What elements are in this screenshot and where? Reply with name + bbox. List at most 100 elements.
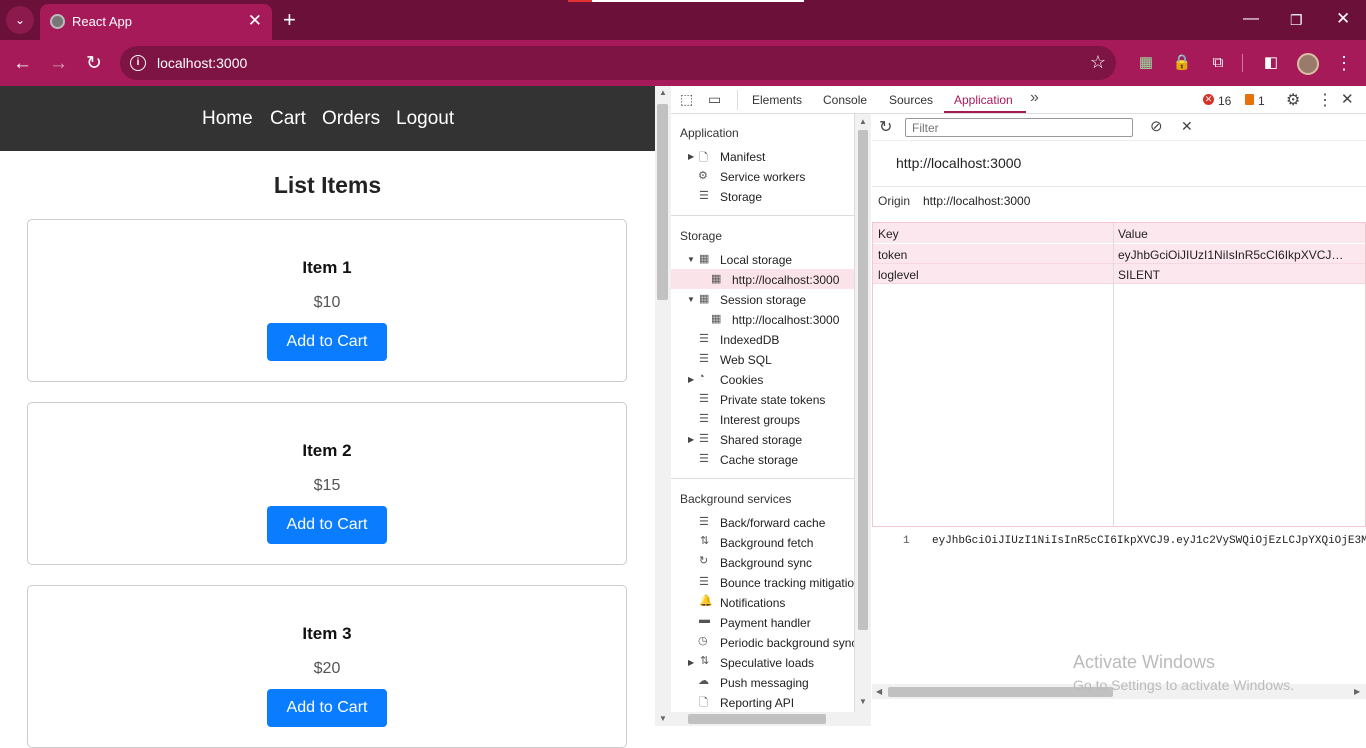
credit-card-icon: ▬ (699, 614, 710, 626)
sidebar-item-back-forward-cache[interactable]: Back/forward cache (720, 516, 825, 530)
sidebar-item-payment-handler[interactable]: Payment handler (720, 616, 811, 630)
sidebar-item-web-sql[interactable]: Web SQL (720, 353, 772, 367)
sidebar-item-periodic-background-sync[interactable]: Periodic background sync (720, 636, 854, 650)
address-bar[interactable]: i localhost:3000 ☆ (120, 46, 1116, 80)
tab-application[interactable]: Application (954, 93, 1013, 107)
value-preview[interactable]: eyJhbGciOiJIUzI1NiIsInR5cCI6IkpXVCJ9.eyJ… (932, 535, 1366, 547)
sidebar-item-session-storage[interactable]: Session storage (720, 293, 806, 307)
sidebar-item-local-storage[interactable]: Local storage (720, 253, 792, 267)
delete-selected-icon[interactable]: ✕ (1181, 118, 1193, 135)
toolbar-divider (1242, 54, 1243, 72)
inspect-element-icon[interactable]: ⬚ (680, 91, 693, 108)
sheets-extension-icon[interactable]: ▦ (1135, 52, 1157, 74)
lock-extension-icon[interactable]: 🔒 (1171, 52, 1193, 74)
scroll-up-arrow-icon[interactable]: ▲ (859, 117, 867, 126)
column-header-key[interactable]: Key (878, 227, 899, 241)
filter-input[interactable] (905, 118, 1133, 137)
close-tab-icon[interactable]: ✕ (248, 11, 262, 31)
sidebar-item-service-workers[interactable]: Service workers (720, 170, 805, 184)
reload-icon[interactable]: ↻ (86, 52, 102, 75)
tab-console[interactable]: Console (823, 93, 867, 107)
scroll-down-arrow-icon[interactable]: ▼ (859, 697, 867, 706)
item-price: $15 (313, 477, 341, 494)
warning-icon[interactable] (1245, 94, 1254, 105)
close-window-icon[interactable]: ✕ (1336, 9, 1350, 29)
scroll-down-arrow-icon[interactable]: ▼ (659, 714, 667, 723)
sidebar-divider (671, 478, 854, 479)
collapse-triangle-icon[interactable]: ▼ (687, 255, 695, 264)
restore-window-icon[interactable]: ❐ (1290, 12, 1303, 29)
sidebar-item-private-state-tokens[interactable]: Private state tokens (720, 393, 825, 407)
expand-triangle-icon[interactable]: ▶ (688, 658, 694, 667)
browser-tab[interactable]: React App ✕ (40, 4, 272, 40)
add-to-cart-button[interactable]: Add to Cart (267, 506, 387, 544)
tab-elements[interactable]: Elements (752, 93, 802, 107)
add-to-cart-button[interactable]: Add to Cart (267, 689, 387, 727)
nav-logout-link[interactable]: Logout (396, 108, 454, 130)
sidebar-item-cache-storage[interactable]: Cache storage (720, 453, 798, 467)
sidebar-item-background-fetch[interactable]: Background fetch (720, 536, 813, 550)
sidebar-item-storage[interactable]: Storage (720, 190, 762, 204)
error-count[interactable]: 16 (1218, 94, 1231, 108)
site-info-icon[interactable]: i (130, 55, 146, 71)
close-devtools-icon[interactable]: ✕ (1341, 90, 1354, 108)
expand-triangle-icon[interactable]: ▶ (688, 375, 694, 384)
sidebar-item-cookies[interactable]: Cookies (720, 373, 763, 387)
nav-orders-link[interactable]: Orders (322, 108, 380, 130)
scroll-up-arrow-icon[interactable]: ▲ (659, 88, 667, 97)
devtools-menu-icon[interactable]: ⋮ (1317, 90, 1333, 110)
database-icon: ☰ (699, 516, 709, 528)
sidebar-item-notifications[interactable]: Notifications (720, 596, 785, 610)
bookmark-star-icon[interactable]: ☆ (1090, 52, 1106, 73)
new-tab-button[interactable]: + (283, 7, 296, 33)
expand-triangle-icon[interactable]: ▶ (688, 435, 694, 444)
sidebar-hscrollbar-thumb[interactable] (688, 714, 826, 724)
side-panel-icon[interactable]: ◧ (1260, 52, 1282, 74)
column-header-value[interactable]: Value (1118, 227, 1148, 241)
sidebar-item-bounce-tracking[interactable]: Bounce tracking mitigatio (720, 576, 854, 590)
sidebar-scrollbar-thumb[interactable] (858, 130, 868, 630)
row-value[interactable]: SILENT (1118, 268, 1350, 282)
warning-count[interactable]: 1 (1258, 94, 1265, 108)
forward-arrow-icon[interactable]: → (49, 53, 68, 75)
database-icon: ☰ (699, 393, 709, 405)
error-icon[interactable]: ✕ (1203, 94, 1214, 105)
profile-avatar[interactable] (1297, 53, 1319, 75)
extensions-puzzle-icon[interactable]: ⧉ (1207, 52, 1229, 74)
manifest-file-icon: 🗋 (699, 152, 708, 164)
nav-cart-link[interactable]: Cart (270, 108, 306, 130)
row-value[interactable]: eyJhbGciOiJIUzI1NiIsInR5cCI6IkpXVCJ9.ey.… (1118, 248, 1350, 262)
refresh-icon[interactable]: ↻ (879, 117, 892, 137)
collapse-triangle-icon[interactable]: ▼ (687, 295, 695, 304)
sidebar-item-indexeddb[interactable]: IndexedDB (720, 333, 779, 347)
row-key[interactable]: token (878, 248, 1108, 262)
add-to-cart-button[interactable]: Add to Cart (267, 323, 387, 361)
sidebar-item-push-messaging[interactable]: Push messaging (720, 676, 809, 690)
sidebar-item-speculative-loads[interactable]: Speculative loads (720, 656, 814, 670)
sidebar-item-session-storage-origin[interactable]: http://localhost:3000 (732, 313, 839, 327)
tab-search-chevron-icon[interactable]: ⌄ (6, 6, 34, 34)
tab-sources[interactable]: Sources (889, 93, 933, 107)
minimize-window-icon[interactable]: — (1243, 10, 1259, 28)
clear-all-icon[interactable]: ⊘ (1150, 117, 1163, 135)
device-toolbar-icon[interactable]: ▭ (708, 91, 721, 108)
page-scrollbar-thumb[interactable] (657, 104, 668, 300)
scroll-right-arrow-icon[interactable]: ▶ (1354, 687, 1360, 696)
address-url[interactable]: localhost:3000 (157, 55, 247, 71)
sidebar-item-reporting-api[interactable]: Reporting API (720, 696, 794, 710)
sidebar-item-shared-storage[interactable]: Shared storage (720, 433, 802, 447)
nav-home-link[interactable]: Home (202, 108, 253, 130)
row-key[interactable]: loglevel (878, 268, 1108, 282)
more-tabs-icon[interactable]: » (1030, 89, 1039, 107)
expand-triangle-icon[interactable]: ▶ (688, 152, 694, 161)
sidebar-item-background-sync[interactable]: Background sync (720, 556, 812, 570)
back-arrow-icon[interactable]: ← (13, 53, 32, 75)
browser-menu-icon[interactable]: ⋮ (1333, 52, 1355, 74)
settings-gear-icon[interactable]: ⚙ (1286, 90, 1300, 110)
column-divider[interactable] (1113, 223, 1114, 527)
sidebar-item-interest-groups[interactable]: Interest groups (720, 413, 800, 427)
sidebar-item-manifest[interactable]: Manifest (720, 150, 765, 164)
scroll-left-arrow-icon[interactable]: ◀ (876, 687, 882, 696)
item-name: Item 1 (302, 258, 352, 277)
sidebar-item-local-storage-origin[interactable]: http://localhost:3000 (732, 273, 839, 287)
